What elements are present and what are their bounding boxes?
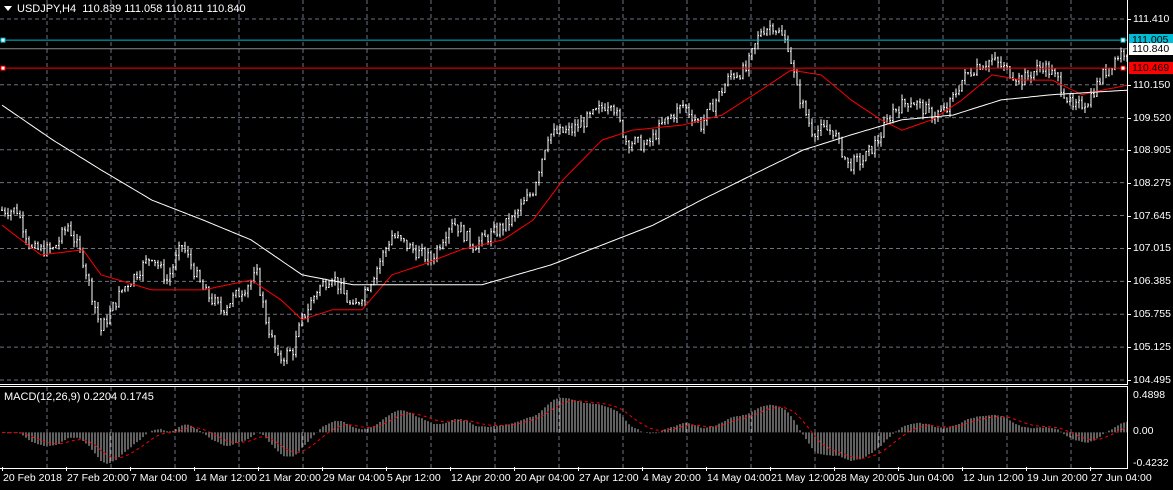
ohlc-open: 110.839 [82, 3, 122, 15]
time-axis-label: 27 Feb 20:00 [67, 472, 129, 484]
time-tick [1090, 467, 1091, 471]
macd-axis-label: 0.00 [1133, 425, 1154, 437]
dropdown-triangle-icon[interactable] [4, 6, 12, 11]
time-tick [1026, 467, 1027, 471]
axis-tick [1127, 314, 1131, 316]
macd-canvas [1, 387, 1127, 468]
moving-average-fast [1, 69, 1127, 321]
time-axis-label: 29 Mar 04:00 [323, 472, 385, 484]
hline-price-tag: 110.469 [1129, 62, 1173, 75]
time-tick [322, 467, 323, 471]
ohlc-close: 110.840 [206, 3, 246, 15]
time-axis-label: 12 Jun 12:00 [963, 472, 1024, 484]
price-axis-label: 108.275 [1133, 176, 1171, 189]
macd-axis-label: 0.4898 [1133, 389, 1166, 401]
price-axis-label: 107.645 [1133, 209, 1171, 222]
time-axis-label: 5 Jun 04:00 [899, 472, 954, 484]
time-axis-label: 5 Apr 12:00 [387, 472, 441, 484]
time-tick [386, 467, 387, 471]
price-axis-label: 107.015 [1133, 242, 1171, 255]
time-tick [514, 467, 515, 471]
hline-handle-right[interactable] [1120, 65, 1126, 71]
time-tick [642, 467, 643, 471]
time-axis-label: 4 May 20:00 [643, 472, 701, 484]
price-axis-label: 110.150 [1133, 78, 1171, 91]
axis-tick [1127, 149, 1131, 151]
time-tick [258, 467, 259, 471]
time-axis-label: 20 Apr 04:00 [515, 472, 575, 484]
macd-axis-label: -0.4232 [1133, 457, 1169, 469]
time-tick [194, 467, 195, 471]
price-chart-canvas [0, 0, 1127, 384]
price-axis-label: 106.385 [1133, 275, 1171, 288]
axis-tick [1127, 117, 1131, 119]
axis-tick [1127, 19, 1131, 20]
time-axis-label: 28 May 20:00 [835, 472, 899, 484]
axis-tick [1127, 380, 1131, 381]
time-tick [130, 467, 131, 471]
macd-title: MACD(12,26,9) 0.2204 0.1745 [4, 391, 154, 403]
price-axis-label: 104.495 [1133, 374, 1171, 386]
time-tick [706, 467, 707, 471]
time-tick [2, 467, 3, 471]
axis-tick [1127, 215, 1131, 217]
current-price-tag: 110.840 [1129, 42, 1173, 55]
time-axis-label: 19 Jun 20:00 [1027, 472, 1088, 484]
axis-tick [1127, 281, 1131, 283]
axis-tick [1127, 347, 1131, 349]
time-tick [66, 467, 67, 471]
price-axis-label: 105.125 [1133, 341, 1171, 354]
time-axis-label: 21 Mar 20:00 [259, 472, 321, 484]
price-chart[interactable]: USDJPY,H4 110.839 111.058 110.811 110.84… [0, 0, 1128, 385]
axis-tick [1127, 84, 1131, 86]
symbol-label: USDJPY,H4 [17, 3, 77, 15]
time-tick [450, 467, 451, 471]
hline-handle-left[interactable] [0, 37, 6, 43]
time-tick [770, 467, 771, 471]
ohlc-high: 111.058 [124, 3, 163, 15]
time-tick [834, 467, 835, 471]
macd-signal-line [1, 400, 1127, 459]
time-axis-label: 21 May 12:00 [771, 472, 835, 484]
hline-handle-right[interactable] [1120, 37, 1126, 43]
hline-handle-left[interactable] [0, 65, 6, 71]
moving-average-slow [1, 89, 1127, 286]
time-axis-label: 14 Mar 12:00 [195, 472, 257, 484]
time-tick [578, 467, 579, 471]
time-axis-label: 27 Jun 04:00 [1091, 472, 1152, 484]
price-axis-label: 105.755 [1133, 308, 1171, 321]
time-axis-label: 7 Mar 04:00 [131, 472, 188, 484]
chart-title: USDJPY,H4 110.839 111.058 110.811 110.84… [4, 3, 246, 15]
price-axis-label: 111.410 [1133, 13, 1170, 25]
time-axis-label: 14 May 04:00 [707, 472, 771, 484]
time-tick [962, 467, 963, 471]
axis-tick [1127, 248, 1131, 250]
time-tick [898, 467, 899, 471]
time-axis-label: 20 Feb 2018 [3, 472, 62, 484]
axis-tick [1127, 182, 1131, 184]
time-axis-label: 12 Apr 20:00 [451, 472, 511, 484]
ohlc-low: 110.811 [165, 3, 204, 15]
price-axis-label: 109.520 [1133, 111, 1171, 124]
price-axis-label: 108.905 [1133, 143, 1171, 156]
time-axis-label: 27 Apr 12:00 [579, 472, 639, 484]
macd-panel[interactable]: MACD(12,26,9) 0.2204 0.1745 [0, 386, 1128, 469]
